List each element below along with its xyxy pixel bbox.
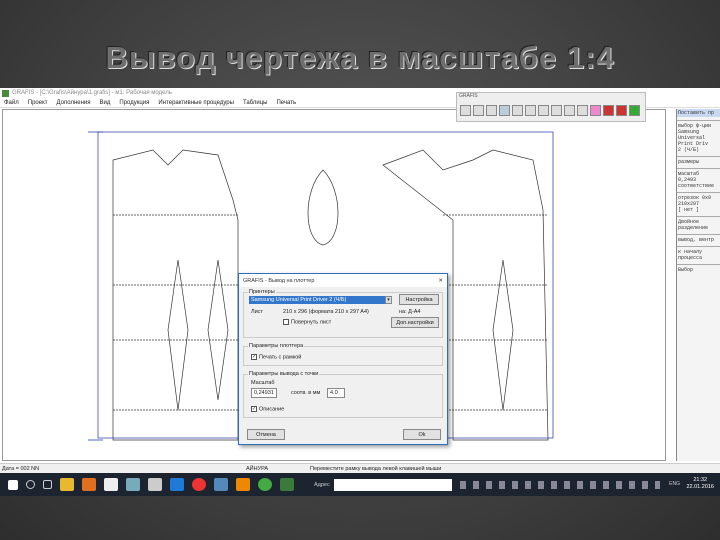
app-icon[interactable]	[126, 478, 140, 491]
panel-item[interactable]: размеры	[677, 156, 720, 165]
print-icon[interactable]	[460, 105, 471, 116]
menu-project[interactable]: Проект	[28, 100, 48, 106]
panel-item[interactable]: вывод, вентр	[677, 234, 720, 243]
slide-title: Вывод чертежа в масштабе 1:4	[105, 40, 615, 75]
panel-item[interactable]: к началу	[677, 246, 720, 255]
torrent-icon[interactable]	[258, 478, 272, 491]
address-label: Адрес	[314, 481, 330, 488]
app-icon[interactable]	[82, 478, 96, 491]
scale-input[interactable]: 0,24931	[251, 388, 277, 398]
frame-icon[interactable]	[538, 105, 549, 116]
right-panel: Поставить пр выбор ф-ции Samsung Univers…	[676, 109, 720, 461]
panel-item: 2 (Ч/Б)	[678, 147, 700, 153]
app-icon[interactable]	[214, 478, 228, 491]
settings-icon[interactable]	[629, 105, 640, 116]
menu-product[interactable]: Продукция	[119, 100, 149, 106]
window-title: GRAFIS - [C:\Grafis\Айнура\1.grafis] - м…	[12, 90, 172, 96]
menu-interactive[interactable]: Интерактивные процедуры	[158, 100, 234, 106]
menu-tables[interactable]: Таблицы	[243, 100, 268, 106]
setup-button[interactable]: Настройка	[399, 294, 439, 305]
menu-file[interactable]: Файл	[4, 100, 19, 106]
ok-button[interactable]: Ok	[403, 429, 441, 440]
start-icon[interactable]	[8, 479, 18, 490]
status-bar: Дата = 002 NN АЙНУРА Переместите рамку в…	[0, 463, 720, 473]
pattern-back	[112, 149, 239, 441]
panel-item[interactable]: Двойное	[677, 216, 720, 225]
address-input[interactable]	[333, 478, 452, 491]
grafis-icon[interactable]	[280, 478, 294, 491]
close-icon[interactable]: ✕	[438, 278, 443, 284]
menu-view[interactable]: Вид	[100, 100, 111, 106]
description-checkbox[interactable]: ✓ Описание	[251, 406, 284, 412]
taskbar: Адрес ENG 21:32 22.01.2016	[0, 473, 720, 496]
panel-item[interactable]: соответствие	[677, 183, 720, 189]
mirror-icon[interactable]	[577, 105, 588, 116]
dialog-titlebar: GRAFIS - Вывод на плоттер ✕	[239, 274, 447, 287]
app-icon[interactable]	[148, 478, 162, 491]
dialog-title: GRAFIS - Вывод на плоттер	[243, 277, 315, 284]
panel-item[interactable]: отрезок 0х0	[677, 192, 720, 201]
zoom-in-icon[interactable]	[486, 105, 497, 116]
chrome-icon[interactable]	[192, 478, 206, 491]
tray-icons[interactable]	[459, 480, 660, 489]
mm-input[interactable]: 4.0	[327, 388, 345, 398]
store-icon[interactable]	[104, 478, 118, 491]
group-label: Параметры вывода с точки	[248, 371, 320, 377]
panel-item: разделение	[678, 225, 709, 231]
panel-header: Поставить пр	[677, 109, 720, 117]
panel-item[interactable]: выбор ф-ции	[677, 120, 720, 129]
plotter-dialog: GRAFIS - Вывод на плоттер ✕ Принтеры Sams…	[238, 273, 448, 445]
sheet-label: Лист	[251, 309, 263, 315]
download-icon[interactable]	[603, 105, 614, 116]
app-icon	[2, 89, 9, 97]
export-icon[interactable]	[590, 105, 601, 116]
select-icon[interactable]	[499, 105, 510, 116]
menu-print[interactable]: Печать	[276, 100, 296, 106]
grafis-toolbar: GRAFIS	[456, 92, 646, 122]
chevron-down-icon[interactable]: ▾	[385, 296, 392, 304]
extra-settings-button[interactable]: Доп.настройки	[391, 317, 439, 328]
panel-item[interactable]: [ нет ]	[677, 207, 720, 213]
menu-addons[interactable]: Дополнения	[57, 100, 91, 106]
cancel-button[interactable]: Отмена	[247, 429, 285, 440]
group-label: Параметры плоттера	[248, 343, 305, 349]
explorer-icon[interactable]	[60, 478, 74, 491]
search-icon[interactable]	[26, 480, 35, 489]
edge-icon[interactable]	[170, 478, 184, 491]
grid-icon[interactable]	[512, 105, 523, 116]
measure-icon[interactable]	[525, 105, 536, 116]
sheet-value: 210 x 296 (формата 210 x 297 A4)	[283, 309, 369, 315]
rotate-checkbox[interactable]: Повернуть лист	[283, 319, 331, 325]
copy-icon[interactable]	[551, 105, 562, 116]
sheet-format: на: Д-А4	[399, 309, 421, 315]
panel-item: процесса	[678, 255, 703, 261]
pattern-sleeve	[307, 169, 339, 246]
cut-icon[interactable]	[564, 105, 575, 116]
panel-item[interactable]: Выбор	[677, 264, 720, 273]
mm-label: соотв. в мм	[291, 390, 321, 396]
clock-time: 21:32	[693, 477, 708, 483]
group-label: Принтеры	[248, 289, 276, 295]
scale-label: Масштаб	[251, 380, 275, 386]
stop-icon[interactable]	[616, 105, 627, 116]
frame-checkbox[interactable]: ✓ Печать с рамкой	[251, 354, 301, 360]
clock-date: 22.01.2016	[686, 484, 714, 490]
task-view-icon[interactable]	[43, 480, 52, 489]
zoom-icon[interactable]	[473, 105, 484, 116]
language-indicator[interactable]: ENG	[669, 481, 680, 487]
description-label: Описание	[259, 406, 285, 413]
rotate-label: Повернуть лист	[291, 319, 332, 326]
clock[interactable]: 21:32 22.01.2016	[686, 477, 714, 491]
toolbar-title: GRAFIS	[459, 93, 478, 99]
grafis-window: GRAFIS - [C:\Grafis\Айнура\1.grafis] - м…	[0, 88, 720, 496]
panel-item[interactable]: масштаб	[677, 168, 720, 177]
frame-label: Печать с рамкой	[259, 354, 302, 361]
printer-select[interactable]: Samsung Universal Print Driver 2 (Ч/Б)	[249, 296, 391, 304]
app-icon[interactable]	[236, 478, 250, 491]
